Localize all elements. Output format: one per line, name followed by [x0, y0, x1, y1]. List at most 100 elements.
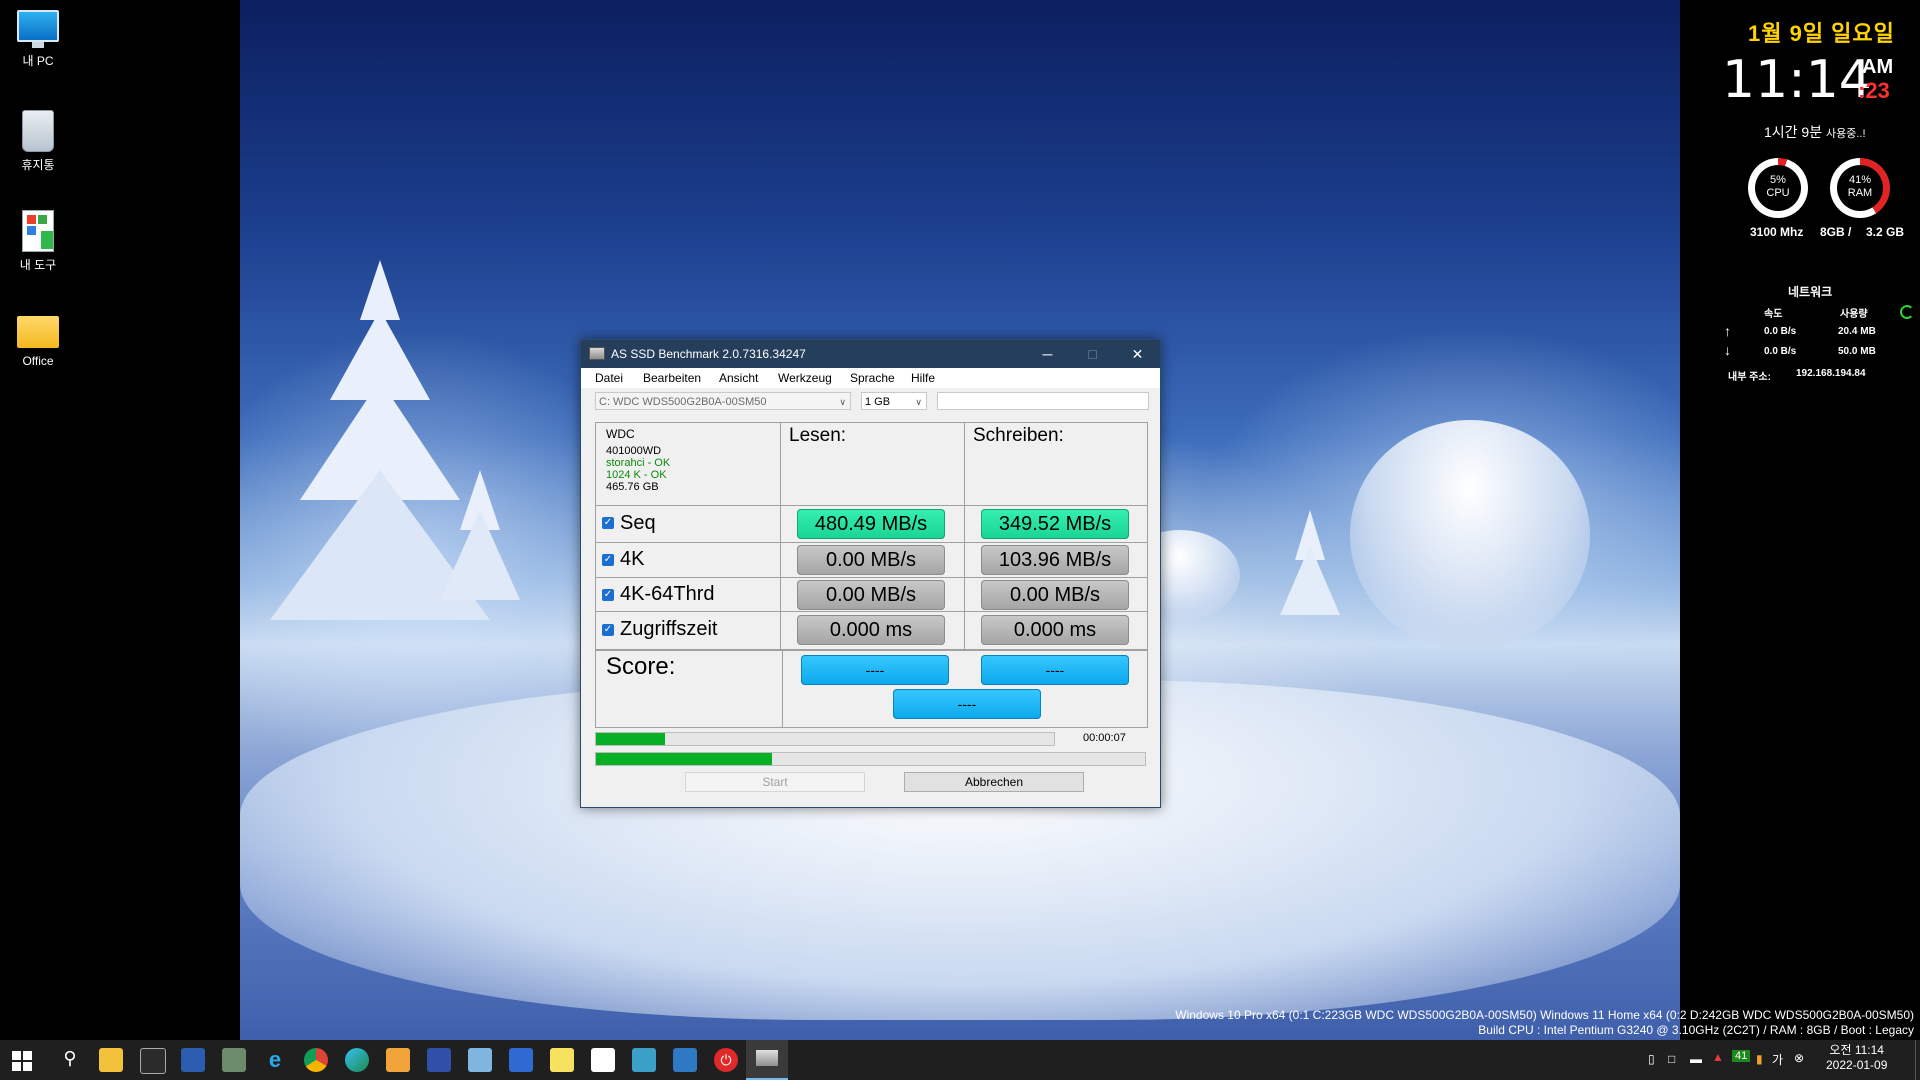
language-indicator[interactable]: 가 — [1772, 1051, 1783, 1068]
taskbar-time: 오전 11:14 — [1829, 1043, 1884, 1057]
tray-badge[interactable]: 41 — [1732, 1050, 1751, 1062]
keyboard-icon[interactable]: ▬ — [1690, 1052, 1702, 1066]
notepad-icon[interactable] — [468, 1048, 492, 1072]
show-desktop-button[interactable] — [1915, 1040, 1920, 1080]
internet-explorer-icon[interactable]: e — [263, 1048, 287, 1072]
app-icon[interactable] — [427, 1048, 451, 1072]
ram-total: 8GB / — [1820, 225, 1852, 239]
menu-sprache[interactable]: Sprache — [850, 371, 895, 385]
network-col-speed: 속도 — [1764, 309, 1783, 320]
file-explorer-icon[interactable] — [99, 1048, 123, 1072]
score-write: ---- — [981, 655, 1129, 685]
drive-select[interactable]: C: WDC WDS500G2B0A-00SM50 ∨ — [595, 392, 851, 410]
grid-app-icon[interactable] — [509, 1048, 533, 1072]
tools-icon — [22, 210, 54, 252]
taskbar-clock[interactable]: 오전 11:14 2022-01-09 — [1826, 1043, 1887, 1073]
edge-icon[interactable] — [345, 1048, 369, 1072]
desktop-icon-office[interactable]: Office — [8, 310, 68, 368]
4k-checkbox[interactable]: ✓ — [602, 554, 614, 566]
menu-bar: Datei Bearbeiten Ansicht Werkzeug Sprach… — [581, 368, 1160, 388]
chevron-down-icon: ∨ — [915, 397, 922, 407]
window-titlebar[interactable]: AS SSD Benchmark 2.0.7316.34247 ─ □ ✕ — [581, 340, 1160, 368]
access-time-read-value: 0.000 ms — [797, 615, 945, 645]
menu-ansicht[interactable]: Ansicht — [719, 371, 758, 385]
column-header-read: Lesen: — [781, 423, 965, 506]
drive-vendor: WDC — [606, 427, 635, 441]
desktop-right-bar — [1680, 0, 1920, 1040]
cpu-frequency: 3100 Mhz — [1750, 225, 1804, 239]
seq-checkbox[interactable]: ✓ — [602, 517, 614, 529]
tools-icon[interactable] — [591, 1048, 615, 1072]
start-button-windows-icon[interactable] — [12, 1051, 32, 1071]
cpu-label: CPU — [1766, 187, 1790, 199]
computer-icon — [17, 10, 59, 48]
seq-read-cell: 480.49 MB/s — [781, 506, 965, 543]
drive-firmware: 401000WD — [606, 445, 662, 457]
menu-datei[interactable]: Datei — [595, 371, 623, 385]
widget-uptime: 1시간 9분 사용중..! — [1764, 122, 1866, 142]
menu-hilfe[interactable]: Hilfe — [911, 371, 935, 385]
score-label: Score: — [606, 653, 676, 680]
4k-64thrd-checkbox[interactable]: ✓ — [602, 589, 614, 601]
upload-arrow-icon: ↑ — [1724, 323, 1731, 339]
recycle-bin-icon — [22, 110, 54, 152]
ram-used: 3.2 GB — [1866, 225, 1905, 239]
terminal-icon[interactable] — [140, 1048, 166, 1074]
cpu-percent: 5% — [1770, 174, 1786, 186]
network-app-icon[interactable] — [632, 1048, 656, 1072]
as-ssd-taskbar-button[interactable] — [746, 1040, 788, 1080]
start-button[interactable]: Start — [685, 772, 865, 792]
ram-percent: 41% — [1848, 174, 1872, 186]
maximize-button[interactable]: □ — [1070, 340, 1115, 368]
network-tray-icon[interactable]: □ — [1668, 1052, 1675, 1066]
media-player-icon[interactable] — [386, 1048, 410, 1072]
minimize-button[interactable]: ─ — [1025, 340, 1070, 368]
seq-write-cell: 349.52 MB/s — [965, 506, 1147, 543]
progress-bar-current — [595, 732, 1055, 746]
column-header-write: Schreiben: — [965, 423, 1147, 506]
window-title: AS SSD Benchmark 2.0.7316.34247 — [611, 347, 806, 361]
menu-bearbeiten[interactable]: Bearbeiten — [643, 371, 701, 385]
upload-usage: 20.4 MB — [1838, 326, 1876, 337]
chrome-icon[interactable] — [304, 1048, 328, 1072]
power-icon[interactable]: ⏻ — [714, 1048, 738, 1072]
desktop-icon-recycle-bin[interactable]: 휴지통 — [8, 110, 68, 173]
taskbar-date: 2022-01-09 — [1826, 1058, 1888, 1072]
row-label: Zugriffszeit — [620, 618, 718, 640]
row-label: 4K — [620, 548, 645, 570]
close-circle-icon[interactable]: ⊗ — [1794, 1051, 1804, 1065]
access-time-read-cell: 0.000 ms — [781, 612, 965, 649]
cancel-button[interactable]: Abbrechen — [904, 772, 1084, 792]
widget-ampm: AM — [1862, 56, 1894, 78]
drive-info-panel: WDC 401000WD storahci - OK 1024 K - OK 4… — [596, 423, 781, 506]
hardware-tool-icon[interactable] — [222, 1048, 246, 1072]
refresh-icon[interactable] — [1900, 305, 1914, 319]
warning-icon[interactable]: ▲ — [1712, 1050, 1724, 1064]
menu-werkzeug[interactable]: Werkzeug — [778, 371, 832, 385]
chevron-down-icon: ∨ — [839, 397, 846, 407]
drive-driver-status: storahci - OK — [606, 457, 671, 469]
search-icon[interactable]: ⚲ — [58, 1048, 82, 1072]
usb-icon[interactable]: ▯ — [1648, 1052, 1655, 1066]
as-ssd-window: AS SSD Benchmark 2.0.7316.34247 ─ □ ✕ Da… — [580, 339, 1161, 808]
desktop-icon-my-pc[interactable]: 내 PC — [8, 10, 68, 69]
sticky-notes-icon[interactable] — [550, 1048, 574, 1072]
size-select[interactable]: 1 GB ∨ — [861, 392, 927, 410]
size-select-value: 1 GB — [865, 396, 891, 408]
save-disk-icon[interactable] — [181, 1048, 205, 1072]
desktop-icon-label: Office — [22, 354, 54, 368]
elapsed-time: 00:00:07 — [1083, 732, 1126, 744]
folder-app-icon[interactable] — [673, 1048, 697, 1072]
download-usage: 50.0 MB — [1838, 346, 1876, 357]
access-time-checkbox[interactable]: ✓ — [602, 624, 614, 636]
widget-seconds: :23 — [1858, 78, 1890, 103]
folder-icon — [17, 316, 59, 348]
taskbar: ⚲ e ⏻ ▯ □ ▬ ▲ 41 ▮ 가 ⊗ 오전 11:14 2022-01-… — [0, 1040, 1920, 1080]
desktop-icon-my-tools[interactable]: 내 도구 — [8, 210, 68, 273]
system-info-line2: Build CPU : Intel Pentium G3240 @ 3.10GH… — [1478, 1023, 1914, 1037]
close-button[interactable]: ✕ — [1115, 340, 1160, 368]
4k-read-cell: 0.00 MB/s — [781, 543, 965, 578]
battery-icon[interactable]: ▮ — [1756, 1052, 1763, 1066]
seq-write-value: 349.52 MB/s — [981, 509, 1129, 539]
drive-capacity: 465.76 GB — [606, 481, 659, 493]
